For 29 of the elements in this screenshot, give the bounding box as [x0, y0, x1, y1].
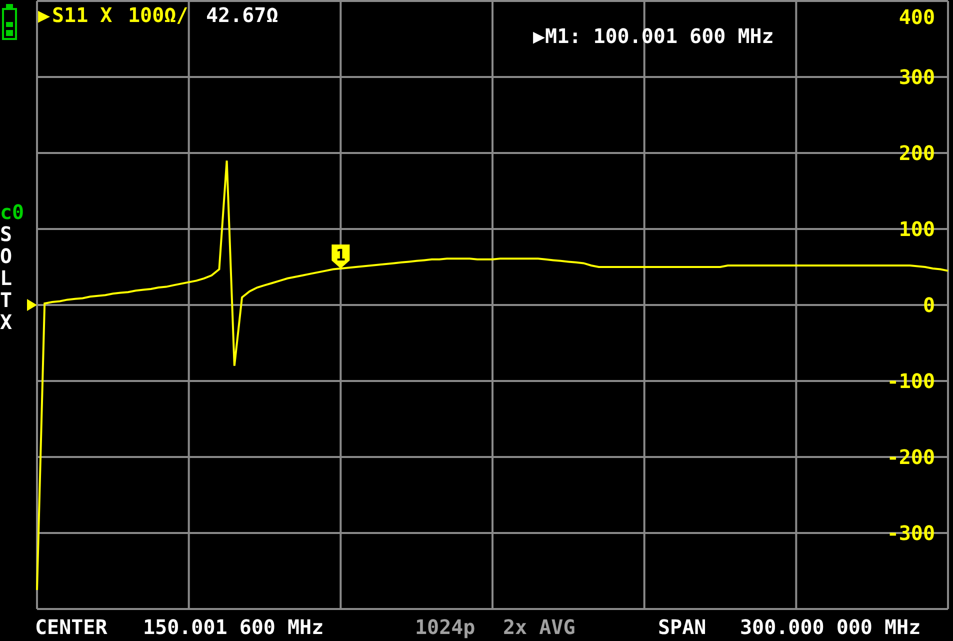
center-frequency: 150.001 600 MHz [143, 615, 324, 639]
axis-tick-label: 0 [922, 293, 935, 317]
axis-tick-label: -200 [886, 445, 935, 469]
trace-arrow-icon: ▶ [38, 3, 50, 27]
marker-flag: 1 [332, 244, 350, 269]
calibration-letter: S [0, 222, 12, 246]
calibration-letter: X [0, 310, 12, 334]
averaging-setting: 2x AVG [503, 615, 576, 639]
axis-tick-label: -100 [886, 369, 935, 393]
battery-icon [2, 4, 17, 40]
trace-value: 42.67Ω [206, 3, 278, 27]
calibration-letter: O [0, 244, 12, 268]
span-label: SPAN [658, 615, 706, 639]
axis-tick-label: 200 [898, 141, 935, 165]
axis-tick-label: -300 [886, 521, 935, 545]
axis-tick-label: 300 [898, 65, 935, 89]
annotation: 1 [336, 246, 346, 265]
points-count: 1024p [415, 615, 476, 639]
center-label: CENTER [35, 615, 108, 639]
reference-arrow-icon [27, 299, 37, 311]
series-name: S11 X [52, 3, 112, 27]
marker-readout: ▶M1: 100.001 600 MHz [533, 24, 774, 48]
calibration-status: c0 [0, 200, 24, 224]
calibration-letter: T [0, 288, 12, 312]
trace-scale: 100Ω/ [128, 3, 188, 27]
calibration-letter: L [0, 266, 12, 290]
span-frequency: 300.000 000 MHz [740, 615, 921, 639]
axis-tick-label: 100 [898, 217, 935, 241]
scale-label: 400 [898, 5, 935, 29]
